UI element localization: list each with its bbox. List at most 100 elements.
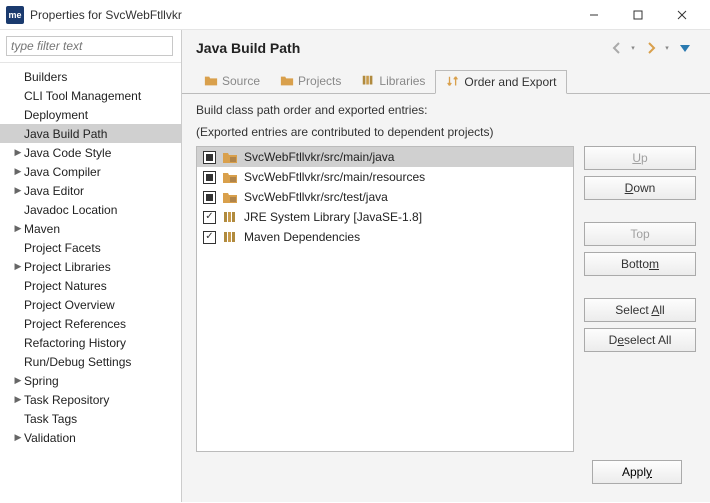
tab-source[interactable]: Source [194,69,270,93]
tree-item-label: Validation [24,431,76,445]
tree-item[interactable]: ▶Java Compiler [0,162,181,181]
tree-item[interactable]: ▶Validation [0,428,181,447]
titlebar: me Properties for SvcWebFtllvkr [0,0,710,30]
tree-item[interactable]: ▶Project Libraries [0,257,181,276]
expand-arrow-icon: ▶ [12,432,24,443]
select-all-button[interactable]: Select All [584,298,696,322]
minimize-button[interactable] [572,1,616,29]
tree-item[interactable]: Javadoc Location [0,200,181,219]
tab-projects[interactable]: Projects [270,69,351,93]
folder-icon [204,74,218,88]
checkbox[interactable] [203,171,216,184]
tree-item[interactable]: CLI Tool Management [0,86,181,105]
expand-arrow-icon: ▶ [12,261,24,272]
apply-button[interactable]: Apply [592,460,682,484]
tree-item-label: Task Repository [24,393,109,407]
up-button[interactable]: Up [584,146,696,170]
tree-item-label: Builders [24,70,67,84]
tree-item-label: Project Libraries [24,260,111,274]
checkbox[interactable] [203,211,216,224]
source-folder-icon [222,170,238,184]
entry-row[interactable]: SvcWebFtllvkr/src/main/java [197,147,573,167]
page-title: Java Build Path [196,40,604,56]
entry-row[interactable]: JRE System Library [JavaSE-1.8] [197,207,573,227]
tree-item[interactable]: Project Natures [0,276,181,295]
tree-item[interactable]: Java Build Path [0,124,181,143]
checkbox[interactable] [203,231,216,244]
tree-item[interactable]: ▶Maven [0,219,181,238]
entry-row[interactable]: Maven Dependencies [197,227,573,247]
bottom-button[interactable]: Bottom [584,252,696,276]
filter-row [0,30,181,63]
entry-label: SvcWebFtllvkr/src/main/resources [244,170,425,184]
tree-item[interactable]: ▶Spring [0,371,181,390]
deselect-all-button[interactable]: Deselect All [584,328,696,352]
window-title: Properties for SvcWebFtllvkr [30,8,572,22]
tree-item-label: CLI Tool Management [24,89,141,103]
checkbox[interactable] [203,151,216,164]
tree-item-label: Refactoring History [24,336,126,350]
nav-forward-button[interactable] [640,38,662,58]
help-text-2: (Exported entries are contributed to dep… [196,124,696,140]
nav-back-menu[interactable]: ▾ [628,44,638,52]
maximize-button[interactable] [616,1,660,29]
tree-item-label: Javadoc Location [24,203,117,217]
tree-item[interactable]: Builders [0,67,181,86]
expand-arrow-icon: ▶ [12,375,24,386]
tree-item[interactable]: ▶Java Editor [0,181,181,200]
tree-item[interactable]: ▶Task Repository [0,390,181,409]
tree-item-label: Maven [24,222,60,236]
close-button[interactable] [660,1,704,29]
tree-item[interactable]: Task Tags [0,409,181,428]
entry-label: SvcWebFtllvkr/src/test/java [244,190,388,204]
expand-arrow-icon: ▶ [12,147,24,158]
tab-label: Projects [298,74,341,88]
entry-label: JRE System Library [JavaSE-1.8] [244,210,422,224]
tree-item[interactable]: Run/Debug Settings [0,352,181,371]
tree-item-label: Java Code Style [24,146,111,160]
down-button[interactable]: Down [584,176,696,200]
help-text-1: Build class path order and exported entr… [196,102,696,118]
view-menu-button[interactable] [674,38,696,58]
entry-label: SvcWebFtllvkr/src/main/java [244,150,394,164]
tree-item-label: Project Natures [24,279,107,293]
main-row: SvcWebFtllvkr/src/main/java SvcWebFtllvkr… [196,146,696,452]
tree-item[interactable]: Refactoring History [0,333,181,352]
expand-arrow-icon: ▶ [12,394,24,405]
content-area: Java Build Path ▾ ▾ Source Projects Libr… [182,30,710,502]
nav-back-button[interactable] [606,38,628,58]
body: BuildersCLI Tool ManagementDeploymentJav… [0,30,710,502]
sidebar: Builders CLI Tool Management Deployment Jav… [0,30,182,502]
checkbox[interactable] [203,191,216,204]
app-icon: me [6,6,24,24]
category-tree[interactable]: Builders CLI Tool Management Deployment Jav… [0,63,181,502]
tree-item-label: Java Editor [24,184,84,198]
entries-list[interactable]: SvcWebFtllvkr/src/main/java SvcWebFtllvkr… [196,146,574,452]
tree-item-label: Project Overview [24,298,115,312]
entry-row[interactable]: SvcWebFtllvkr/src/test/java [197,187,573,207]
tab-order-export[interactable]: Order and Export [435,70,567,94]
tab-label: Libraries [379,74,425,88]
source-folder-icon [222,150,238,164]
tree-item[interactable]: Deployment [0,105,181,124]
tree-item[interactable]: Project Overview [0,295,181,314]
tree-item[interactable]: Project References [0,314,181,333]
tab-libraries[interactable]: Libraries [351,69,435,93]
entry-row[interactable]: SvcWebFtllvkr/src/main/resources [197,167,573,187]
tree-item-label: Spring [24,374,59,388]
top-button[interactable]: Top [584,222,696,246]
nav-forward-menu[interactable]: ▾ [662,44,672,52]
tree-item-label: Java Build Path [24,127,107,141]
tabs: Source Projects Libraries Order and Expo… [182,68,710,94]
tab-label: Source [222,74,260,88]
filter-input[interactable] [6,36,173,56]
tree-item-label: Run/Debug Settings [24,355,131,369]
tab-body: Build class path order and exported entr… [182,94,710,502]
tree-item[interactable]: Project Facets [0,238,181,257]
expand-arrow-icon: ▶ [12,185,24,196]
apply-row: Apply [196,452,696,494]
tree-item-label: Java Compiler [24,165,101,179]
library-icon [222,230,238,244]
tree-item[interactable]: ▶Java Code Style [0,143,181,162]
tree-item-label: Task Tags [24,412,77,426]
